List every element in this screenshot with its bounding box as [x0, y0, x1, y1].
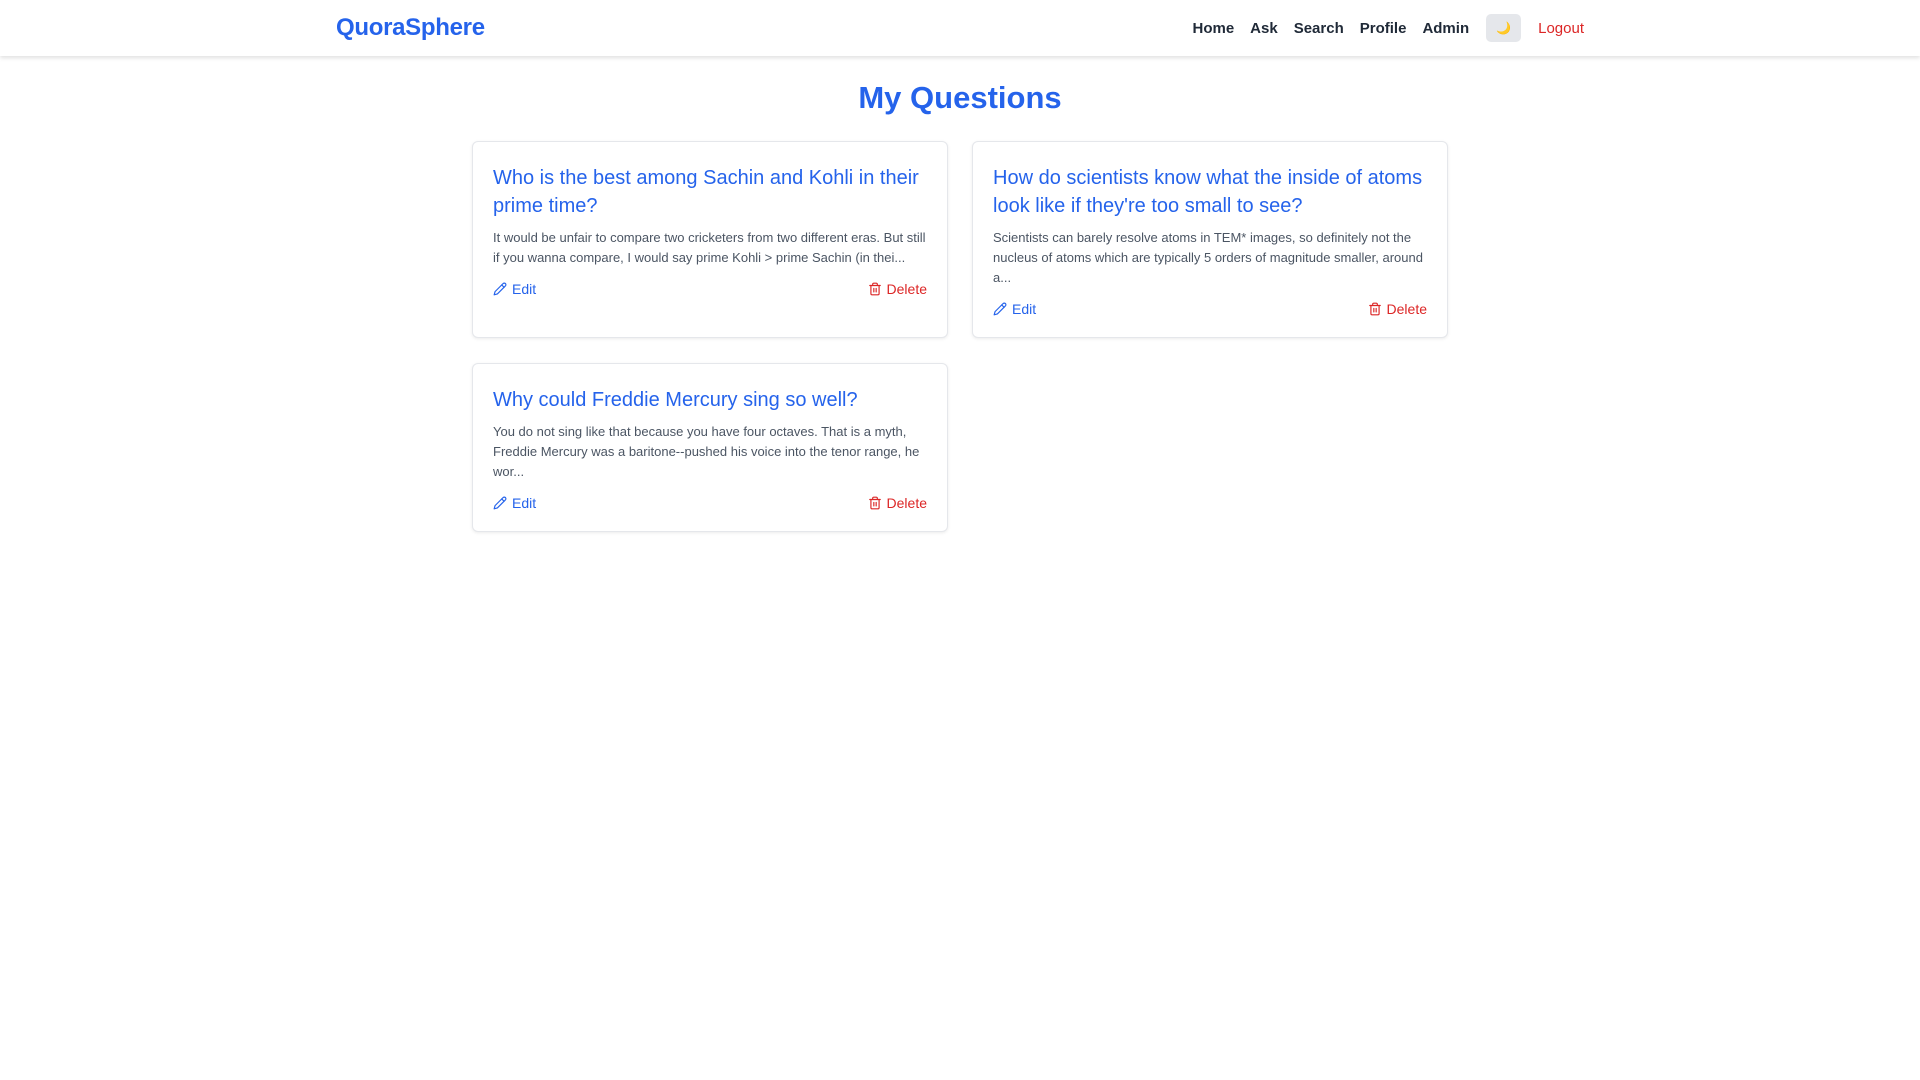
- nav-links: Home Ask Search Profile Admin 🌙 Logout: [1192, 0, 1584, 56]
- delete-label: Delete: [1386, 301, 1427, 317]
- questions-grid: Who is the best among Sachin and Kohli i…: [472, 141, 1448, 532]
- question-card: How do scientists know what the inside o…: [972, 141, 1448, 338]
- brand-logo[interactable]: QuoraSphere: [336, 14, 485, 42]
- edit-button[interactable]: Edit: [493, 281, 536, 297]
- question-title[interactable]: Who is the best among Sachin and Kohli i…: [493, 164, 927, 220]
- delete-label: Delete: [886, 281, 927, 297]
- nav-home-link[interactable]: Home: [1192, 20, 1234, 37]
- navbar: QuoraSphere Home Ask Search Profile Admi…: [0, 0, 1920, 56]
- delete-button[interactable]: Delete: [1368, 301, 1427, 317]
- nav-profile-link[interactable]: Profile: [1360, 20, 1407, 37]
- edit-label: Edit: [512, 281, 537, 297]
- nav-search-link[interactable]: Search: [1294, 20, 1344, 37]
- question-title[interactable]: Why could Freddie Mercury sing so well?: [493, 386, 927, 414]
- delete-button[interactable]: Delete: [868, 495, 927, 511]
- edit-button[interactable]: Edit: [493, 495, 536, 511]
- trash-icon: [868, 282, 881, 296]
- trash-icon: [868, 496, 881, 510]
- page-title: My Questions: [858, 80, 1062, 115]
- pencil-icon: [493, 496, 507, 510]
- trash-icon: [1368, 302, 1381, 316]
- edit-label: Edit: [512, 495, 537, 511]
- nav-ask-link[interactable]: Ask: [1250, 20, 1278, 37]
- card-actions: Edit Delete: [993, 301, 1427, 317]
- question-excerpt: You do not sing like that because you ha…: [493, 424, 920, 479]
- question-card: Why could Freddie Mercury sing so well? …: [472, 363, 948, 532]
- logout-link[interactable]: Logout: [1538, 20, 1584, 37]
- card-actions: Edit Delete: [493, 281, 927, 297]
- pencil-icon: [493, 282, 507, 296]
- pencil-icon: [993, 302, 1007, 316]
- edit-button[interactable]: Edit: [993, 301, 1036, 317]
- delete-button[interactable]: Delete: [868, 281, 927, 297]
- nav-admin-link[interactable]: Admin: [1422, 20, 1469, 37]
- edit-label: Edit: [1012, 301, 1037, 317]
- theme-toggle-button[interactable]: 🌙: [1486, 14, 1522, 42]
- question-excerpt: It would be unfair to compare two cricke…: [493, 230, 926, 265]
- delete-label: Delete: [886, 495, 927, 511]
- card-actions: Edit Delete: [493, 495, 927, 511]
- moon-icon: 🌙: [1496, 21, 1512, 35]
- question-excerpt: Scientists can barely resolve atoms in T…: [993, 230, 1423, 285]
- question-card: Who is the best among Sachin and Kohli i…: [472, 141, 948, 338]
- question-title[interactable]: How do scientists know what the inside o…: [993, 164, 1427, 220]
